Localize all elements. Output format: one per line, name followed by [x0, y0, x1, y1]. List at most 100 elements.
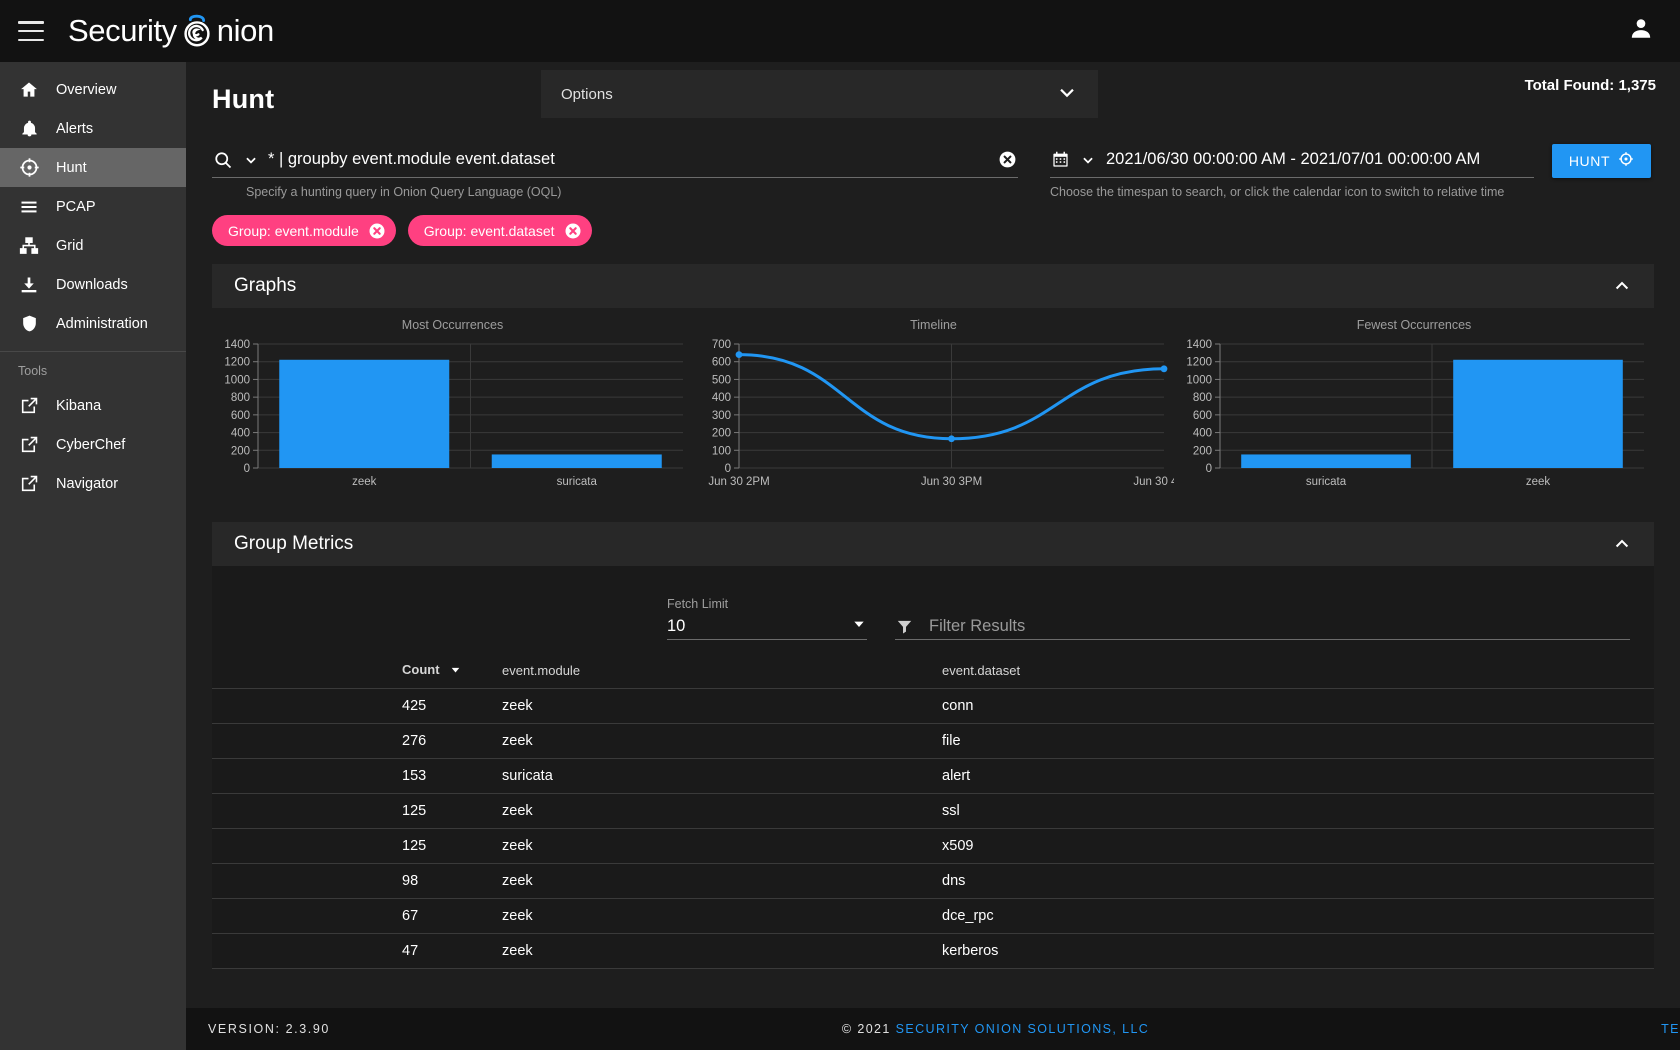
page-title: Hunt — [212, 84, 275, 114]
sidebar-item-label: Navigator — [56, 475, 119, 492]
cell-event-dataset: alert — [942, 758, 1654, 794]
graphs-body: Most Occurrences 0 200 400 600 800 1000 1200 14… — [212, 308, 1654, 504]
chip-group-event-module[interactable]: Group: event.module — [212, 215, 396, 246]
table-row[interactable]: 67 zeek dce_rpc — [212, 898, 1654, 934]
date-range-input[interactable]: 2021/06/30 00:00:00 AM - 2021/07/01 00:0… — [1106, 150, 1534, 169]
sidebar-item-label: Hunt — [56, 159, 87, 176]
svg-text:600: 600 — [231, 410, 250, 422]
options-dropdown[interactable]: Options — [541, 70, 1098, 118]
table-row[interactable]: 47 zeek kerberos — [212, 933, 1654, 969]
hunt-button-label: HUNT — [1568, 153, 1611, 169]
footer-terms-link[interactable]: TERMS AND CONDITIONS — [1661, 1022, 1680, 1036]
filter-results-field[interactable] — [895, 614, 1630, 640]
account-icon[interactable] — [1628, 16, 1654, 47]
cell-count: 98 — [212, 863, 502, 899]
svg-text:300: 300 — [712, 410, 731, 422]
chevron-down-icon[interactable] — [851, 616, 867, 637]
cell-event-dataset: file — [942, 723, 1654, 759]
sidebar-item-label: Kibana — [56, 397, 102, 414]
svg-text:500: 500 — [712, 374, 731, 386]
svg-text:400: 400 — [712, 392, 731, 404]
sidebar-item-hunt[interactable]: Hunt — [0, 148, 186, 187]
main-content: Hunt Options Total Found: 1,375 * | grou… — [186, 62, 1680, 1050]
chevron-down-icon — [1056, 81, 1078, 108]
group-chips: Group: event.module Group: event.dataset — [186, 215, 1680, 246]
svg-text:200: 200 — [1193, 445, 1212, 457]
table-row[interactable]: 153 suricata alert — [212, 758, 1654, 794]
cell-event-module: zeek — [502, 723, 942, 759]
sidebar-item-pcap[interactable]: PCAP — [0, 187, 186, 226]
svg-text:700: 700 — [712, 339, 731, 351]
hamburger-menu-icon[interactable] — [18, 21, 44, 41]
hunt-button[interactable]: HUNT — [1552, 144, 1651, 178]
query-field: * | groupby event.module event.dataset S… — [212, 144, 1018, 199]
query-input[interactable]: * | groupby event.module event.dataset — [268, 150, 986, 169]
svg-text:200: 200 — [231, 445, 250, 457]
column-header-count[interactable]: Count — [212, 662, 502, 689]
svg-text:600: 600 — [1193, 410, 1212, 422]
chart-plot-area: 0 200 400 600 800 1000 1200 1400 zeek suricata — [212, 336, 693, 494]
svg-text:Jun 30 2PM: Jun 30 2PM — [708, 476, 769, 488]
graphs-panel-header[interactable]: Graphs — [212, 264, 1654, 308]
footer-copyright-company[interactable]: SECURITY ONION SOLUTIONS, LLC — [896, 1022, 1150, 1036]
svg-text:800: 800 — [231, 392, 250, 404]
group-metrics-panel-header[interactable]: Group Metrics — [212, 522, 1654, 566]
table-row[interactable]: 125 zeek x509 — [212, 828, 1654, 864]
cell-event-dataset: dns — [942, 863, 1654, 899]
close-circle-icon[interactable] — [564, 222, 582, 240]
cell-event-dataset: ssl — [942, 793, 1654, 829]
sidebar-item-overview[interactable]: Overview — [0, 70, 186, 109]
table-row[interactable]: 425 zeek conn — [212, 688, 1654, 724]
sidebar-item-label: Grid — [56, 237, 84, 254]
graphs-panel-title: Graphs — [234, 275, 297, 296]
sidebar-item-downloads[interactable]: Downloads — [0, 265, 186, 304]
bar — [491, 454, 662, 468]
external-link-icon — [18, 434, 40, 456]
cell-event-module: zeek — [502, 793, 942, 829]
fetch-limit-label: Fetch Limit — [667, 597, 729, 611]
sidebar-item-grid[interactable]: Grid — [0, 226, 186, 265]
sidebar-item-administration[interactable]: Administration — [0, 304, 186, 343]
cell-event-module: zeek — [502, 863, 942, 899]
svg-text:600: 600 — [712, 357, 731, 369]
cell-event-dataset: dce_rpc — [942, 898, 1654, 934]
cell-count: 125 — [212, 828, 502, 864]
external-link-icon — [18, 473, 40, 495]
sort-desc-icon[interactable] — [449, 663, 462, 679]
column-header-event-module[interactable]: event.module — [502, 662, 942, 689]
sidebar-item-cyberchef[interactable]: CyberChef — [0, 425, 186, 464]
chart-fewest-occurrences: Fewest Occurrences 0 200 400 600 800 1000 1200… — [1174, 318, 1654, 496]
sidebar-item-navigator[interactable]: Navigator — [0, 464, 186, 503]
onion-logo-icon — [178, 12, 216, 50]
home-icon — [18, 79, 40, 101]
footer-copyright-prefix: © 2021 — [841, 1022, 896, 1036]
calendar-icon[interactable] — [1050, 150, 1070, 169]
table-row[interactable]: 276 zeek file — [212, 723, 1654, 759]
sidebar-item-kibana[interactable]: Kibana — [0, 386, 186, 425]
table-row[interactable]: 98 zeek dns — [212, 863, 1654, 899]
sidebar-item-alerts[interactable]: Alerts — [0, 109, 186, 148]
svg-text:1200: 1200 — [1186, 357, 1212, 369]
sidebar: Overview Alerts Hunt PCAP Grid Downloads… — [0, 62, 186, 1050]
query-history-chevron-down-icon[interactable] — [244, 153, 258, 167]
chip-group-event-dataset[interactable]: Group: event.dataset — [407, 215, 592, 246]
chart-svg: 0 200 400 600 800 1000 1200 1400 zeek suricata — [224, 339, 683, 488]
clear-query-icon[interactable] — [996, 150, 1018, 169]
query-hint: Specify a hunting query in Onion Query L… — [246, 185, 562, 199]
filter-results-input[interactable] — [929, 617, 1630, 636]
external-link-icon — [18, 395, 40, 417]
date-presets-chevron-down-icon[interactable] — [1081, 153, 1095, 167]
chart-most-occurrences: Most Occurrences 0 200 400 600 800 1000 1200 14… — [212, 318, 693, 496]
close-circle-icon[interactable] — [368, 222, 386, 240]
crosshair-icon — [1618, 151, 1634, 172]
svg-text:400: 400 — [231, 428, 250, 440]
cell-count: 153 — [212, 758, 502, 794]
column-header-event-dataset[interactable]: event.dataset — [942, 662, 1654, 689]
chip-label: Group: event.module — [228, 222, 359, 239]
cell-event-module: zeek — [502, 898, 942, 934]
top-bar: Security nion — [0, 0, 1680, 62]
chevron-up-icon[interactable] — [1612, 276, 1632, 296]
fetch-limit-select[interactable]: Fetch Limit 10 — [667, 597, 867, 640]
chevron-up-icon[interactable] — [1612, 534, 1632, 554]
table-row[interactable]: 125 zeek ssl — [212, 793, 1654, 829]
